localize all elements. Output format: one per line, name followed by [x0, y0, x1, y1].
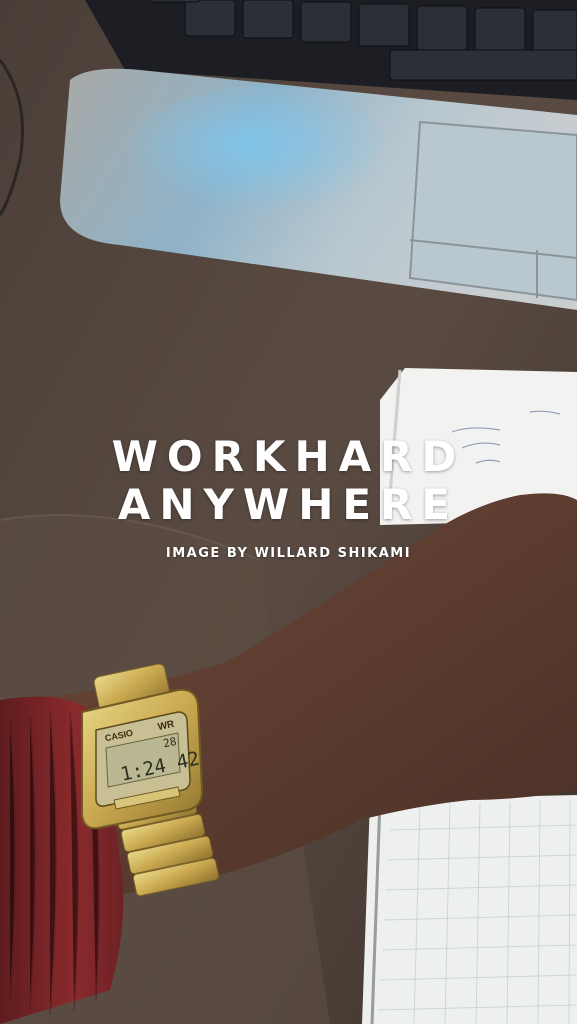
notebook-bottom — [362, 795, 577, 1024]
photo-scene: CASIO WR 28 1:24 42 WORKHARD ANYWHERE IM… — [0, 0, 577, 1024]
touchpad — [408, 120, 577, 302]
photo-credit: IMAGE BY WILLARD SHIKAMI — [165, 546, 412, 561]
headline-line-2: ANYWHERE — [117, 480, 460, 529]
headline-line-1: WORKHARD — [111, 432, 466, 481]
